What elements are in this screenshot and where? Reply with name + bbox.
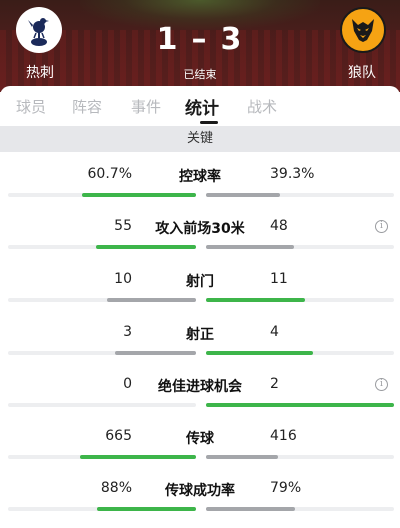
stat-row: 88% 传球成功率 79%: [0, 466, 400, 518]
info-icon[interactable]: i: [375, 220, 388, 233]
stat-away-value: 48: [270, 218, 288, 234]
active-tab-indicator: [200, 121, 218, 124]
away-score: 3: [220, 22, 244, 57]
away-bar-fill: [206, 507, 295, 511]
stat-away-value: 79%: [270, 480, 302, 496]
tab-bar: 球员 阵容 事件 统计 战术: [0, 86, 400, 126]
section-header-key: 关键: [0, 126, 400, 152]
stat-row: 10 射门 11: [0, 257, 400, 309]
home-bar-fill: [82, 193, 196, 197]
away-bar-fill: [206, 245, 294, 249]
home-bar-fill: [80, 455, 196, 459]
home-bar-track: [8, 351, 196, 355]
away-bar-track: [206, 403, 394, 407]
home-bar-fill: [107, 298, 196, 302]
stat-row: 665 传球 416: [0, 414, 400, 466]
stat-row: 55 攻入前场30米 48 i: [0, 204, 400, 256]
tab-events[interactable]: 事件: [131, 96, 161, 117]
away-bar-track: [206, 245, 394, 249]
away-bar-track: [206, 193, 394, 197]
match-status: 已结束: [183, 68, 217, 81]
stat-row: 3 射正 4: [0, 310, 400, 362]
home-score: 1: [156, 22, 180, 57]
wolf-head-icon: [352, 19, 374, 42]
away-bar-track: [206, 298, 394, 302]
stats-list: 60.7% 控球率 39.3% 55 攻入前场30米 48 i 10 射门 11 3 射正 4 0 绝佳进球…: [0, 152, 400, 528]
home-bar-track: [8, 193, 196, 197]
match-header: 热刺 1–3 已结束 狼队: [0, 0, 400, 92]
home-bar-fill: [96, 245, 196, 249]
away-bar-track: [206, 351, 394, 355]
away-bar-fill: [206, 351, 313, 355]
away-team-name[interactable]: 狼队: [348, 62, 376, 82]
stat-row: 60.7% 控球率 39.3%: [0, 152, 400, 204]
stat-away-value: 11: [270, 271, 288, 287]
away-bar-fill: [206, 193, 280, 197]
away-bar-fill: [206, 298, 305, 302]
stat-away-value: 4: [270, 324, 279, 340]
home-bar-fill: [115, 351, 196, 355]
stat-row: 0 绝佳进球机会 2 i: [0, 362, 400, 414]
home-bar-track: [8, 455, 196, 459]
info-icon[interactable]: i: [375, 378, 388, 391]
home-bar-track: [8, 245, 196, 249]
home-bar-track: [8, 298, 196, 302]
home-bar-track: [8, 403, 196, 407]
away-bar-fill: [206, 455, 278, 459]
tab-lineup[interactable]: 阵容: [72, 96, 102, 117]
away-bar-track: [206, 507, 394, 511]
score-separator: –: [191, 22, 209, 57]
away-team-logo[interactable]: [340, 7, 386, 53]
stat-away-value: 39.3%: [270, 166, 315, 182]
tab-players[interactable]: 球员: [16, 96, 46, 117]
home-bar-track: [8, 507, 196, 511]
stat-away-value: 2: [270, 376, 279, 392]
home-bar-fill: [97, 507, 196, 511]
stat-away-value: 416: [270, 428, 297, 444]
tab-tactics[interactable]: 战术: [247, 96, 277, 117]
away-bar-fill: [206, 403, 394, 407]
away-bar-track: [206, 455, 394, 459]
tab-statistics[interactable]: 统计: [185, 94, 219, 119]
